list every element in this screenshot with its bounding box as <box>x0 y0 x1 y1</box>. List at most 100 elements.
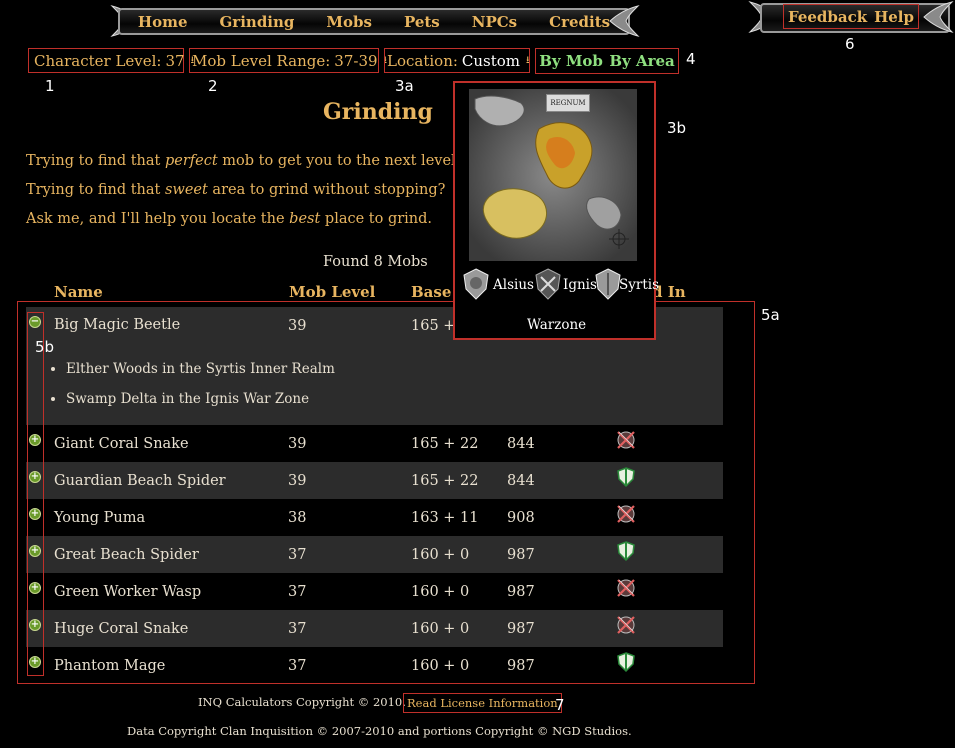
mob-name: Giant Coral Snake <box>54 435 189 452</box>
nav-npcs[interactable]: NPCs <box>456 13 533 31</box>
help-link[interactable]: Help <box>874 8 914 26</box>
mob-level: 37 <box>288 620 307 637</box>
table-row[interactable]: + Phantom Mage 37 160 + 0 987 <box>26 647 723 684</box>
mob-xp: 165 + 22 <box>411 435 479 452</box>
mob-level: 39 <box>288 318 307 334</box>
mob-xp: 165 + <box>411 318 456 334</box>
mob-xp: 160 + 0 <box>411 657 470 674</box>
mob-level: 38 <box>288 509 307 526</box>
nav-mobs[interactable]: Mobs <box>310 13 388 31</box>
mob-xp: 165 + 22 <box>411 472 479 489</box>
location-label: Location: <box>387 51 458 70</box>
location-value: Custom <box>461 51 521 70</box>
mob-kills: 987 <box>507 546 535 563</box>
mob-name: Great Beach Spider <box>54 546 199 563</box>
map-popup: REGNUM Alsius Ignis Syrtis Warzone <box>453 81 659 340</box>
feedback-link[interactable]: Feedback <box>788 8 867 26</box>
by-mob-tab[interactable]: By Mob <box>539 52 603 70</box>
table-row[interactable]: + Great Beach Spider 37 160 + 0 987 <box>26 536 723 573</box>
intro-line-3: Ask me, and I'll help you locate the bes… <box>26 211 433 227</box>
view-mode-tabs: By Mob By Area <box>535 48 679 74</box>
character-level-label: Character Level: <box>34 51 162 70</box>
table-row[interactable]: + Young Puma 38 163 + 11 908 <box>26 499 723 536</box>
mob-name: Green Worker Wasp <box>54 583 202 600</box>
location-item: Swamp Delta in the Ignis War Zone <box>66 391 335 407</box>
footer-copyright: INQ Calculators Copyright © 2010. <box>198 695 406 709</box>
annotation-5a: 5a <box>761 306 780 324</box>
ignis-shield-icon[interactable] <box>533 267 563 301</box>
realm-selector: Alsius Ignis Syrtis <box>459 268 659 301</box>
mob-kills: 844 <box>507 472 535 489</box>
mob-xp: 163 + 11 <box>411 509 479 526</box>
location-select[interactable]: Location: Custom ⭳ <box>384 48 530 73</box>
mob-name: Huge Coral Snake <box>54 620 189 637</box>
annotation-7: 7 <box>555 696 565 714</box>
header-base[interactable]: Base <box>411 283 451 303</box>
mob-level-range-label: Mob Level Range: <box>192 51 331 70</box>
crossed-swords-icon <box>615 429 637 451</box>
annotation-3a: 3a <box>395 77 414 95</box>
annotation-6: 6 <box>845 35 855 53</box>
table-row[interactable]: + Guardian Beach Spider 39 165 + 22 844 <box>26 462 723 499</box>
mob-level-range-select[interactable]: Mob Level Range: 37-39 ⭳ <box>189 48 387 73</box>
mob-name: Young Puma <box>54 509 146 526</box>
shield-icon <box>615 651 637 673</box>
mob-name: Phantom Mage <box>54 657 166 674</box>
mob-name: Guardian Beach Spider <box>54 472 226 489</box>
shield-icon <box>615 540 637 562</box>
crossed-swords-icon <box>615 577 637 599</box>
character-level-select[interactable]: Character Level: 37 ⭳ <box>28 48 194 73</box>
mob-xp: 160 + 0 <box>411 583 470 600</box>
mob-xp: 160 + 0 <box>411 620 470 637</box>
realm-ignis[interactable]: Ignis <box>563 277 597 293</box>
nav-pets[interactable]: Pets <box>388 13 456 31</box>
crossed-swords-icon <box>615 614 637 636</box>
annotation-1: 1 <box>45 77 55 95</box>
ornament-right-icon <box>920 0 954 34</box>
annotation-box-5b <box>27 312 44 676</box>
mob-kills: 987 <box>507 583 535 600</box>
intro-line-2: Trying to find that sweet area to grind … <box>26 182 446 198</box>
nav-grinding[interactable]: Grinding <box>204 13 311 31</box>
shield-icon <box>615 466 637 488</box>
warzone-label[interactable]: Warzone <box>527 317 586 333</box>
annotation-3b: 3b <box>667 119 687 137</box>
world-map[interactable]: REGNUM <box>469 89 637 261</box>
character-level-value: 37 <box>165 51 185 70</box>
alsius-shield-icon[interactable] <box>461 267 491 301</box>
annotation-4: 4 <box>686 50 696 68</box>
table-row[interactable]: + Green Worker Wasp 37 160 + 0 987 <box>26 573 723 610</box>
main-nav: Home Grinding Mobs Pets NPCs Credits <box>118 8 630 35</box>
location-list: Elther Woods in the Syrtis Inner Realm S… <box>66 361 335 421</box>
feedback-help-group: Feedback Help <box>783 4 919 29</box>
location-item: Elther Woods in the Syrtis Inner Realm <box>66 361 335 377</box>
ornament-right-icon <box>606 4 640 38</box>
mob-level: 39 <box>288 435 307 452</box>
mob-level: 37 <box>288 583 307 600</box>
page-title: Grinding <box>323 99 433 125</box>
results-count: Found 8 Mobs <box>323 254 428 270</box>
mob-kills: 987 <box>507 620 535 637</box>
regnum-logo: REGNUM <box>546 94 590 112</box>
dropdown-arrow-icon: ⭳ <box>526 54 530 66</box>
header-name[interactable]: Name <box>54 283 103 303</box>
license-link[interactable]: Read License Information <box>403 693 562 713</box>
mob-level: 39 <box>288 472 307 489</box>
intro-line-1: Trying to find that perfect mob to get y… <box>26 153 464 169</box>
mob-level: 37 <box>288 546 307 563</box>
crossed-swords-icon <box>615 503 637 525</box>
mob-level: 37 <box>288 657 307 674</box>
mob-level-range-value: 37-39 <box>334 51 378 70</box>
footer-data-copyright: Data Copyright Clan Inquisition © 2007-2… <box>127 724 632 738</box>
by-area-tab[interactable]: By Area <box>609 52 674 70</box>
annotation-2: 2 <box>208 77 218 95</box>
mob-kills: 908 <box>507 509 535 526</box>
table-row[interactable]: + Giant Coral Snake 39 165 + 22 844 <box>26 425 723 462</box>
realm-alsius[interactable]: Alsius <box>493 277 534 293</box>
mob-name: Big Magic Beetle <box>54 317 181 333</box>
header-mob-level[interactable]: Mob Level <box>289 283 375 303</box>
nav-home[interactable]: Home <box>122 13 204 31</box>
table-row[interactable]: + Huge Coral Snake 37 160 + 0 987 <box>26 610 723 647</box>
annotation-5b: 5b <box>35 338 55 356</box>
realm-syrtis[interactable]: Syrtis <box>619 277 659 293</box>
